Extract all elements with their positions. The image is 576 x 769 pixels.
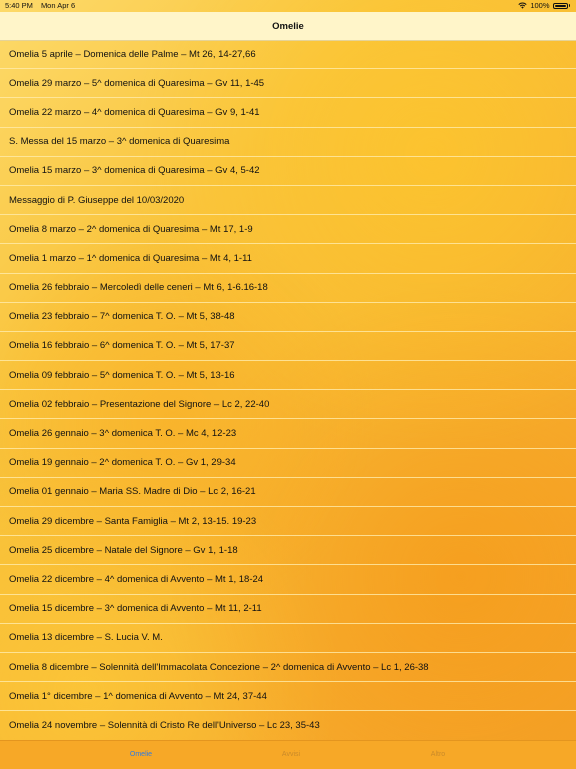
list-item-label: Omelia 29 dicembre – Santa Famiglia – Mt… <box>9 515 257 527</box>
list-item-label: Omelia 29 marzo – 5^ domenica di Quaresi… <box>9 77 265 89</box>
list-item[interactable]: Omelia 1° dicembre – 1^ domenica di Avve… <box>0 682 576 712</box>
list-item[interactable]: Omelia 8 marzo – 2^ domenica di Quaresim… <box>0 215 576 245</box>
list-item[interactable]: S. Messa del 15 marzo – 3^ domenica di Q… <box>0 128 576 157</box>
list-item[interactable]: Omelia 13 dicembre – S. Lucia V. M. <box>0 624 576 653</box>
list-item[interactable]: Omelia 26 gennaio – 3^ domenica T. O. – … <box>0 419 576 449</box>
list-item[interactable]: Omelia 01 gennaio – Maria SS. Madre di D… <box>0 478 576 507</box>
status-left: 5:40 PM Mon Apr 6 <box>5 1 75 10</box>
list-item-label: Omelia 22 dicembre – 4^ domenica di Avve… <box>9 573 264 585</box>
list-item[interactable]: Omelia 29 marzo – 5^ domenica di Quaresi… <box>0 69 576 99</box>
list-item[interactable]: Omelia 19 gennaio – 2^ domenica T. O. – … <box>0 449 576 478</box>
page-title: Omelie <box>272 20 304 32</box>
battery-tip <box>568 4 570 7</box>
list-item[interactable]: Omelia 22 dicembre – 4^ domenica di Avve… <box>0 565 576 595</box>
list-item[interactable]: Omelia 22 marzo – 4^ domenica di Quaresi… <box>0 98 576 128</box>
list-item[interactable]: Omelia 25 dicembre – Natale del Signore … <box>0 536 576 566</box>
status-time: 5:40 PM <box>5 1 33 10</box>
status-date: Mon Apr 6 <box>40 1 76 10</box>
list-item-label: S. Messa del 15 marzo – 3^ domenica di Q… <box>9 136 230 148</box>
list-item-label: Omelia 8 marzo – 2^ domenica di Quaresim… <box>9 223 253 235</box>
status-bar: 5:40 PM Mon Apr 6 100% <box>0 0 576 12</box>
tab-avvisi[interactable]: Avvisi <box>261 751 321 758</box>
list-item[interactable]: Omelia 09 febbraio – 5^ domenica T. O. –… <box>0 361 576 391</box>
navigation-bar: Omelie <box>0 12 576 41</box>
list-item-label: Omelia 01 gennaio – Maria SS. Madre di D… <box>9 486 256 498</box>
list-item[interactable]: Messaggio di P. Giuseppe del 10/03/2020 <box>0 186 576 216</box>
list-item-label: Omelia 23 febbraio – 7^ domenica T. O. –… <box>9 311 235 323</box>
list-item-label: Omelia 25 dicembre – Natale del Signore … <box>9 544 238 556</box>
list-item-label: Omelia 8 dicembre – Solennità dell'Immac… <box>9 661 429 673</box>
list-item-label: Omelia 26 gennaio – 3^ domenica T. O. – … <box>9 428 237 440</box>
battery-icon <box>552 2 568 9</box>
tab-bar: Omelie Avvisi Altro <box>0 740 576 769</box>
list-item[interactable]: Omelia 8 dicembre – Solennità dell'Immac… <box>0 653 576 683</box>
list-item-label: Omelia 13 dicembre – S. Lucia V. M. <box>9 632 163 644</box>
list-item-label: Omelia 15 dicembre – 3^ domenica di Avve… <box>9 603 262 615</box>
tab-omelie[interactable]: Omelie <box>111 751 171 758</box>
list-item[interactable]: Omelia 29 dicembre – Santa Famiglia – Mt… <box>0 507 576 537</box>
list-item[interactable]: Omelia 23 febbraio – 7^ domenica T. O. –… <box>0 303 576 332</box>
list-item[interactable]: Omelia 15 dicembre – 3^ domenica di Avve… <box>0 595 576 624</box>
list-item-label: Omelia 16 febbraio – 6^ domenica T. O. –… <box>9 340 235 352</box>
list-item[interactable]: Omelia 02 febbraio – Presentazione del S… <box>0 390 576 420</box>
list-item[interactable]: Omelia 24 novembre – Solennità di Cristo… <box>0 711 576 740</box>
list-item[interactable]: Omelia 1 marzo – 1^ domenica di Quaresim… <box>0 244 576 274</box>
list-item[interactable]: Omelia 26 febbraio – Mercoledì delle cen… <box>0 274 576 303</box>
list-item-label: Omelia 09 febbraio – 5^ domenica T. O. –… <box>9 369 235 381</box>
list-item-label: Omelia 24 novembre – Solennità di Cristo… <box>9 719 320 731</box>
list-item[interactable]: Omelia 15 marzo – 3^ domenica di Quaresi… <box>0 157 576 186</box>
list-item-label: Omelia 15 marzo – 3^ domenica di Quaresi… <box>9 165 260 177</box>
homily-list[interactable]: Omelia 5 aprile – Domenica delle Palme –… <box>0 40 576 740</box>
list-item-label: Omelia 26 febbraio – Mercoledì delle cen… <box>9 282 268 294</box>
status-right: 100% <box>518 1 570 10</box>
battery-percent: 100% <box>530 1 550 10</box>
list-item-label: Omelia 1 marzo – 1^ domenica di Quaresim… <box>9 252 252 264</box>
list-item-label: Messaggio di P. Giuseppe del 10/03/2020 <box>9 194 185 206</box>
list-item-label: Omelia 5 aprile – Domenica delle Palme –… <box>9 48 256 60</box>
list-item[interactable]: Omelia 5 aprile – Domenica delle Palme –… <box>0 40 576 70</box>
list-item-label: Omelia 19 gennaio – 2^ domenica T. O. – … <box>9 457 236 469</box>
list-item-label: Omelia 1° dicembre – 1^ domenica di Avve… <box>9 690 267 702</box>
list-item-label: Omelia 22 marzo – 4^ domenica di Quaresi… <box>9 106 260 118</box>
wifi-icon <box>518 2 527 9</box>
list-item-label: Omelia 02 febbraio – Presentazione del S… <box>9 398 270 410</box>
tab-altro[interactable]: Altro <box>408 751 468 758</box>
list-item[interactable]: Omelia 16 febbraio – 6^ domenica T. O. –… <box>0 332 576 362</box>
